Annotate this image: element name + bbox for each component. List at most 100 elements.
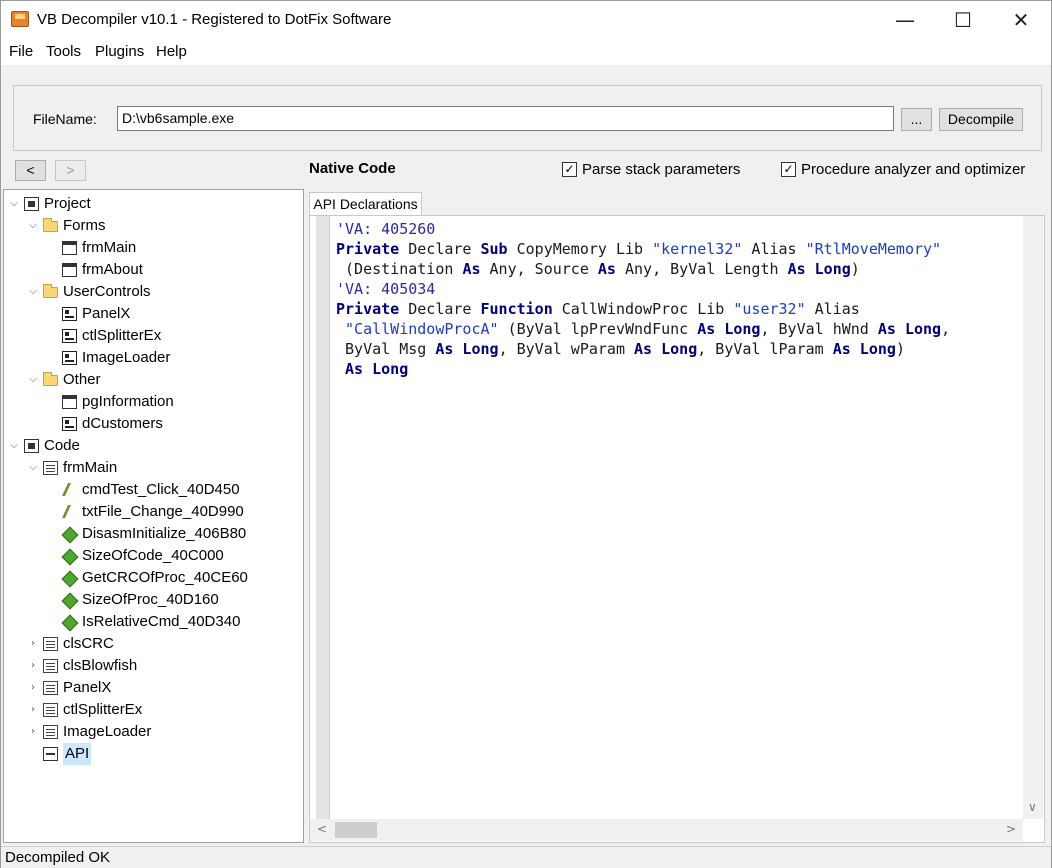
menu-plugins[interactable]: Plugins bbox=[95, 43, 144, 60]
collapse-icon[interactable]: ⌵ bbox=[27, 281, 39, 303]
module-icon bbox=[43, 681, 58, 695]
code-keyword: As Long bbox=[832, 340, 896, 358]
code-keyword: As Long bbox=[345, 360, 409, 378]
usercontrol-icon bbox=[62, 351, 77, 365]
main-window: VB Decompiler v10.1 - Registered to DotF… bbox=[0, 0, 1052, 868]
tree-item-label: frmMain bbox=[63, 459, 118, 476]
procedure-icon bbox=[62, 593, 77, 607]
collapse-icon[interactable]: ⌵ bbox=[27, 369, 39, 391]
expand-icon[interactable]: › bbox=[27, 633, 39, 655]
vertical-scrollbar[interactable]: ∨ bbox=[1023, 216, 1043, 819]
code-string: "CallWindowProcA" bbox=[345, 320, 499, 338]
menu-help[interactable]: Help bbox=[156, 43, 187, 60]
editor-gutter bbox=[316, 216, 330, 820]
forward-button[interactable]: > bbox=[55, 160, 86, 181]
project-icon bbox=[24, 197, 39, 211]
back-button[interactable]: < bbox=[15, 160, 46, 181]
tree-item-label: frmMain bbox=[82, 239, 137, 256]
event-icon bbox=[62, 483, 72, 497]
code-keyword: As bbox=[597, 260, 616, 278]
tree-item-label: Forms bbox=[63, 217, 106, 234]
code-line[interactable]: (Destination As Any, Source As Any, ByVa… bbox=[336, 259, 950, 279]
code-keyword: As Long bbox=[435, 340, 499, 358]
scroll-right-arrow-icon[interactable]: > bbox=[1006, 822, 1016, 836]
collapse-icon[interactable]: ⌵ bbox=[27, 457, 39, 479]
close-button[interactable]: ✕ bbox=[992, 1, 1050, 39]
analyzer-checkbox[interactable]: ✓ bbox=[781, 162, 796, 177]
scroll-down-arrow-icon[interactable]: ∨ bbox=[1028, 800, 1037, 814]
expand-icon[interactable]: › bbox=[27, 677, 39, 699]
collapse-icon[interactable]: ⌵ bbox=[8, 193, 20, 215]
menu-bar: File Tools Plugins Help bbox=[1, 39, 1051, 65]
code-token: Alias bbox=[742, 240, 806, 258]
form-icon bbox=[62, 263, 77, 277]
code-line[interactable]: ByVal Msg As Long, ByVal wParam As Long,… bbox=[336, 339, 950, 359]
code-line[interactable]: Private Declare Function CallWindowProc … bbox=[336, 299, 950, 319]
tree-item-label: cmdTest_Click_40D450 bbox=[82, 481, 240, 498]
code-token: , ByVal hWnd bbox=[760, 320, 878, 338]
code-line[interactable]: As Long bbox=[336, 359, 950, 379]
expand-icon[interactable]: › bbox=[27, 699, 39, 721]
collapse-icon[interactable]: ⌵ bbox=[8, 435, 20, 457]
procedure-icon bbox=[62, 549, 77, 563]
code-keyword: Private bbox=[336, 300, 400, 318]
tree-item-label: UserControls bbox=[63, 283, 151, 300]
window-title: VB Decompiler v10.1 - Registered to DotF… bbox=[37, 11, 392, 28]
code-line[interactable]: 'VA: 405260 bbox=[336, 219, 950, 239]
code-editor[interactable]: 'VA: 405260 Private Declare Sub CopyMemor… bbox=[309, 215, 1045, 843]
tree-item-label: dCustomers bbox=[82, 415, 163, 432]
procedure-icon bbox=[62, 615, 77, 629]
code-token: , ByVal wParam bbox=[498, 340, 635, 358]
tree-item-label: SizeOfProc_40D160 bbox=[82, 591, 219, 608]
collapse-icon[interactable]: ⌵ bbox=[27, 215, 39, 237]
module-icon bbox=[43, 659, 58, 673]
menu-file[interactable]: File bbox=[9, 43, 33, 60]
code-token: , ByVal lParam bbox=[697, 340, 833, 358]
code-comment: 'VA: 405260 bbox=[336, 220, 436, 238]
tab-api-declarations[interactable]: API Declarations bbox=[309, 192, 422, 216]
project-tree[interactable]: ⌵ Project ⌵ Forms frmMain frmAbout ⌵ UserContro… bbox=[3, 189, 304, 843]
code-text[interactable]: 'VA: 405260 Private Declare Sub CopyMemor… bbox=[336, 219, 950, 379]
title-bar: VB Decompiler v10.1 - Registered to DotF… bbox=[1, 1, 1051, 39]
code-token: (ByVal lpPrevWndFunc bbox=[498, 320, 698, 338]
procedure-icon bbox=[62, 527, 77, 541]
menu-tools[interactable]: Tools bbox=[46, 43, 81, 60]
code-keyword: As Long bbox=[634, 340, 698, 358]
expand-icon[interactable]: › bbox=[27, 721, 39, 743]
procedure-icon bbox=[62, 571, 77, 585]
maximize-button[interactable]: ☐ bbox=[934, 1, 992, 39]
filename-input[interactable]: D:\vb6sample.exe bbox=[117, 106, 894, 131]
code-keyword: Private bbox=[336, 240, 400, 258]
tree-item-label: txtFile_Change_40D990 bbox=[82, 503, 244, 520]
code-line[interactable]: 'VA: 405034 bbox=[336, 279, 950, 299]
parse-stack-label[interactable]: Parse stack parameters bbox=[582, 161, 740, 178]
tree-item-label: GetCRCOfProc_40CE60 bbox=[82, 569, 248, 586]
api-icon bbox=[43, 747, 58, 761]
code-line[interactable]: "CallWindowProcA" (ByVal lpPrevWndFunc A… bbox=[336, 319, 950, 339]
tree-item-label: PanelX bbox=[82, 305, 131, 322]
form-icon bbox=[62, 241, 77, 255]
tree-item-label: frmAbout bbox=[82, 261, 143, 278]
code-token: CopyMemory Lib bbox=[507, 240, 653, 258]
minimize-button[interactable]: — bbox=[876, 1, 934, 39]
horizontal-scrollbar[interactable]: < > bbox=[310, 819, 1023, 841]
scroll-left-arrow-icon[interactable]: < bbox=[317, 822, 327, 836]
tree-item-label: Project bbox=[44, 195, 91, 212]
folder-icon bbox=[43, 218, 58, 232]
tree-item-label: API bbox=[63, 743, 92, 765]
tree-item-label: Other bbox=[63, 371, 101, 388]
analyzer-label[interactable]: Procedure analyzer and optimizer bbox=[801, 161, 1025, 178]
code-string: "user32" bbox=[733, 300, 806, 318]
code-keyword: As Long bbox=[787, 260, 851, 278]
code-keyword: As bbox=[462, 260, 481, 278]
browse-button[interactable]: ... bbox=[901, 108, 932, 131]
decompile-button[interactable]: Decompile bbox=[939, 108, 1023, 131]
code-token: Any, Source bbox=[480, 260, 598, 278]
parse-stack-checkbox[interactable]: ✓ bbox=[562, 162, 577, 177]
usercontrol-icon bbox=[62, 329, 77, 343]
expand-icon[interactable]: › bbox=[27, 655, 39, 677]
property-page-icon bbox=[62, 395, 77, 409]
horizontal-scroll-thumb[interactable] bbox=[335, 822, 377, 838]
code-line[interactable]: Private Declare Sub CopyMemory Lib "kern… bbox=[336, 239, 950, 259]
